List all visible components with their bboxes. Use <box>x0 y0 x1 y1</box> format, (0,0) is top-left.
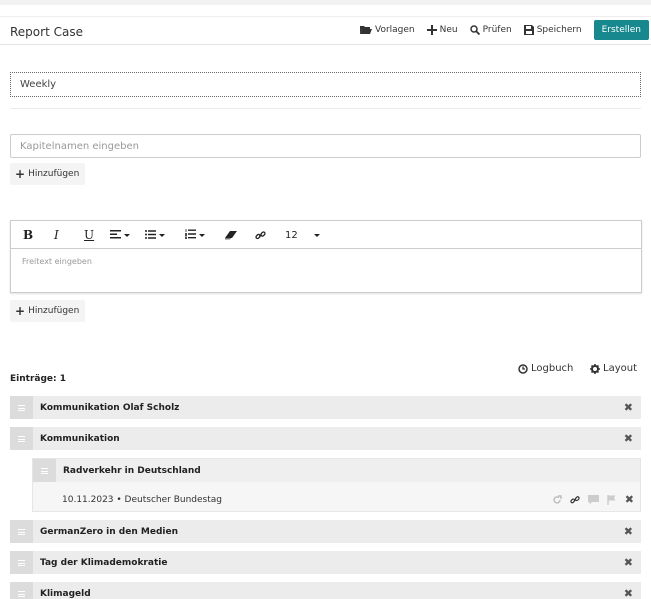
chapter-name-input[interactable] <box>10 134 641 158</box>
save-label: Speichern <box>536 25 582 35</box>
underline-icon[interactable]: U <box>84 221 94 249</box>
list-item[interactable]: Klimageld ✖ <box>10 582 641 599</box>
list-item-label: Kommunikation Olaf Scholz <box>40 402 180 413</box>
drag-handle-icon[interactable] <box>10 582 33 599</box>
new-label: Neu <box>439 25 458 35</box>
add-text-label: Hinzufügen <box>28 306 80 316</box>
clock-icon <box>518 363 528 374</box>
logbook-button[interactable]: Logbuch <box>518 363 573 374</box>
list-item[interactable]: Tag der Klimademokratie ✖ <box>10 551 641 574</box>
flag-icon[interactable] <box>607 494 617 505</box>
save-button[interactable]: Speichern <box>523 25 582 35</box>
page-title: Report Case <box>10 25 83 39</box>
check-button[interactable]: Prüfen <box>469 25 512 35</box>
eraser-icon[interactable] <box>225 221 237 249</box>
drag-handle-icon[interactable] <box>10 520 33 543</box>
link-icon[interactable] <box>255 221 266 249</box>
align-icon <box>110 229 121 242</box>
check-label: Prüfen <box>482 25 512 35</box>
search-icon <box>469 25 480 35</box>
add-chapter-label: Hinzufügen <box>28 169 80 179</box>
plus-icon: + <box>15 167 26 181</box>
top-strip <box>0 0 651 5</box>
sub-entry-actions: ✖ <box>544 493 634 506</box>
sub-entry-meta: 10.11.2023 • Deutscher Bundestag <box>62 495 222 505</box>
sub-entry-card: Radverkehr in Deutschland 10.11.2023 • D… <box>32 458 641 512</box>
floppy-disk-icon <box>523 25 534 35</box>
list-item[interactable]: Kommunikation ✖ <box>10 427 641 450</box>
sub-entry-label: Radverkehr in Deutschland <box>63 465 201 476</box>
close-icon[interactable]: ✖ <box>624 587 633 599</box>
font-size-dropdown[interactable]: 12 <box>285 221 320 249</box>
link-icon[interactable] <box>570 495 580 505</box>
editor-toolbar: B I U 12 <box>11 221 641 249</box>
refresh-icon[interactable] <box>552 494 562 505</box>
drag-handle-icon[interactable] <box>10 551 33 574</box>
sub-entry-header[interactable]: Radverkehr in Deutschland <box>33 459 640 482</box>
font-size-value: 12 <box>285 229 298 241</box>
comment-icon[interactable] <box>587 494 599 505</box>
close-icon[interactable]: ✖ <box>624 432 633 445</box>
numbered-list-dropdown[interactable] <box>185 221 205 249</box>
divider <box>10 108 641 109</box>
entries-count: Einträge: 1 <box>10 374 66 384</box>
add-text-button[interactable]: + Hinzufügen <box>10 300 86 322</box>
drag-handle-icon[interactable] <box>10 427 33 450</box>
align-dropdown[interactable] <box>110 221 130 249</box>
templates-label: Vorlagen <box>374 25 415 35</box>
list-item-label: Kommunikation <box>40 433 120 444</box>
new-button[interactable]: Neu <box>426 25 458 35</box>
templates-button[interactable]: Vorlagen <box>359 25 415 35</box>
free-text-area[interactable]: Freitext eingeben <box>11 249 641 274</box>
bullet-list-dropdown[interactable] <box>145 221 165 249</box>
close-icon[interactable]: ✖ <box>625 493 634 506</box>
layout-button[interactable]: Layout <box>590 363 637 374</box>
numbered-list-icon <box>185 228 196 242</box>
close-icon[interactable]: ✖ <box>624 556 633 569</box>
list-item-label: Tag der Klimademokratie <box>40 557 168 568</box>
layout-label: Layout <box>603 363 637 374</box>
bullet-list-icon <box>145 229 156 242</box>
plus-icon: + <box>15 304 26 318</box>
create-button[interactable]: Erstellen <box>593 20 649 40</box>
folder-open-icon <box>359 25 372 35</box>
drag-handle-icon[interactable] <box>33 459 56 482</box>
report-name-field[interactable]: Weekly <box>10 72 641 97</box>
close-icon[interactable]: ✖ <box>624 401 633 414</box>
gear-icon <box>590 363 600 374</box>
logbook-label: Logbuch <box>531 363 574 374</box>
rich-text-editor: B I U 12 Freitext eingeben <box>10 220 642 293</box>
add-chapter-button[interactable]: + Hinzufügen <box>10 163 86 185</box>
list-item[interactable]: Kommunikation Olaf Scholz ✖ <box>10 396 641 419</box>
list-item-label: Klimageld <box>40 588 91 599</box>
italic-icon[interactable]: I <box>54 221 59 249</box>
plus-icon <box>426 25 437 35</box>
list-item-label: GermanZero in den Medien <box>40 526 178 537</box>
close-icon[interactable]: ✖ <box>624 525 633 538</box>
toolbar: Vorlagen Neu Prüfen Speichern Erstellen <box>359 20 651 40</box>
list-item[interactable]: GermanZero in den Medien ✖ <box>10 520 641 543</box>
drag-handle-icon[interactable] <box>10 396 33 419</box>
page-header: Report Case Vorlagen Neu Prüfen Speicher… <box>0 16 651 45</box>
bold-icon[interactable]: B <box>23 221 33 249</box>
